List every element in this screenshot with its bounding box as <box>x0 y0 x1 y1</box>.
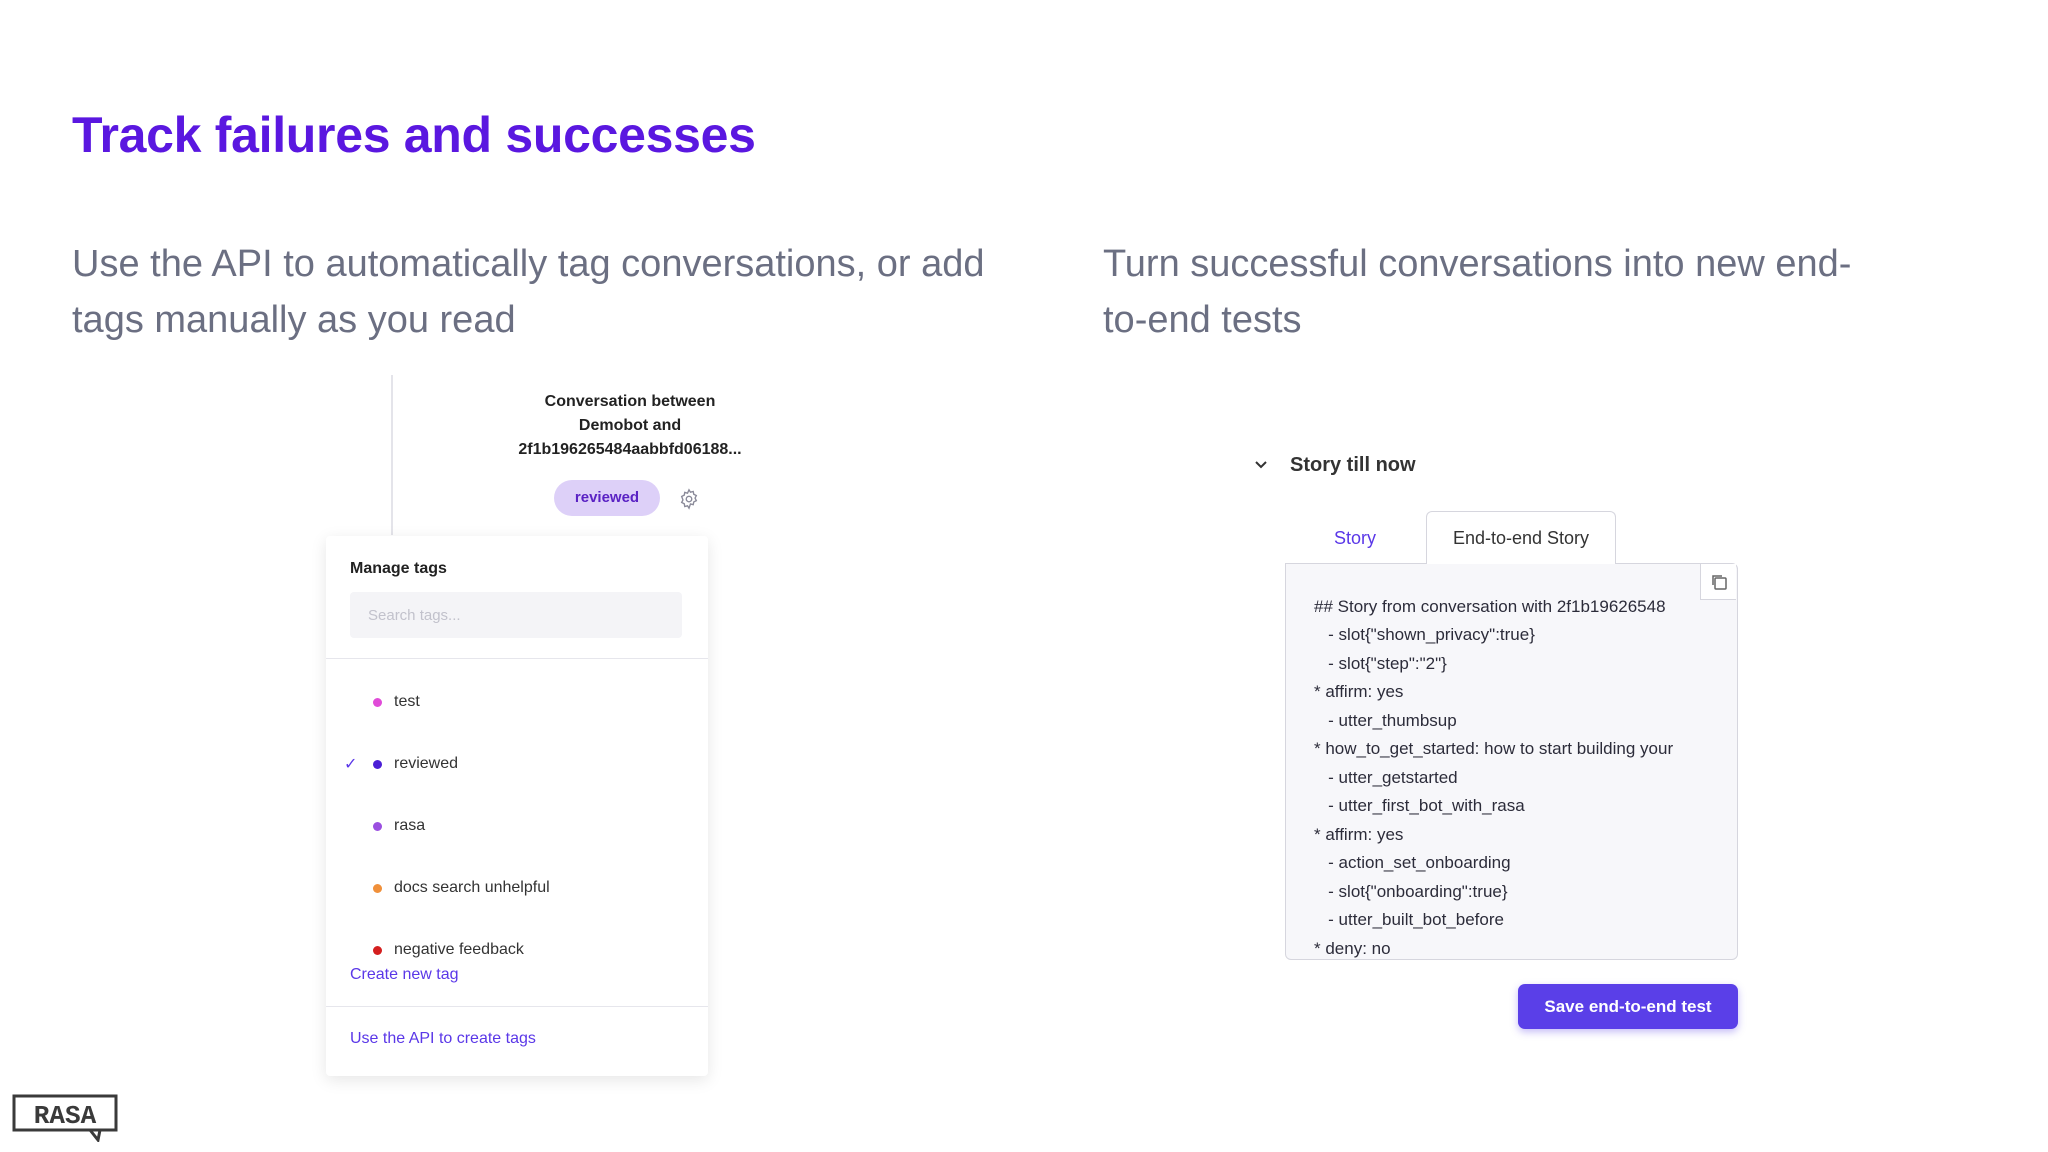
tag-color-dot <box>373 698 382 707</box>
tag-item-negative-feedback[interactable]: negative feedback <box>326 936 708 966</box>
divider <box>326 1006 708 1007</box>
story-line: - utter_getstarted <box>1314 768 1458 787</box>
story-line: - slot{"onboarding":true} <box>1314 882 1508 901</box>
reviewed-badge[interactable]: reviewed <box>554 480 660 516</box>
rasa-logo-icon: RASA <box>12 1094 118 1144</box>
tag-color-dot <box>373 822 382 831</box>
tag-label: reviewed <box>394 755 459 772</box>
tag-color-dot <box>373 760 382 769</box>
chevron-down-icon[interactable] <box>1252 456 1270 474</box>
tag-item-rasa[interactable]: rasa <box>326 812 708 842</box>
tag-color-dot <box>373 946 382 955</box>
slide-title: Track failures and successes <box>72 107 756 163</box>
story-line: * deny: no <box>1314 939 1391 958</box>
conversation-title-line: Conversation between <box>544 393 716 410</box>
story-section-title[interactable]: Story till now <box>1290 454 1416 477</box>
tag-label: rasa <box>394 817 426 834</box>
right-subtitle: Turn successful conversations into new e… <box>1103 243 1852 341</box>
story-line: - utter_thumbsup <box>1314 711 1457 730</box>
create-new-tag-link[interactable]: Create new tag <box>350 966 459 984</box>
tag-item-docs-search-unhelpful[interactable]: docs search unhelpful <box>326 874 708 904</box>
tag-label: test <box>394 693 420 710</box>
divider <box>326 658 708 659</box>
svg-text:RASA: RASA <box>34 1101 97 1131</box>
conversation-title-line: Demobot and <box>578 417 682 434</box>
manage-tags-heading: Manage tags <box>350 560 447 577</box>
tag-item-test[interactable]: test <box>326 688 708 718</box>
search-tags-input[interactable] <box>350 592 682 638</box>
gear-icon[interactable] <box>678 488 700 510</box>
check-icon: ✓ <box>344 756 358 773</box>
story-line: * how_to_get_started: how to start build… <box>1314 739 1674 758</box>
left-subtitle: Use the API to automatically tag convers… <box>72 243 985 341</box>
conversation-title: Conversation between Demobot and 2f1b196… <box>480 390 780 462</box>
story-line: - utter_built_bot_before <box>1314 910 1504 929</box>
conversation-divider <box>391 375 393 535</box>
api-create-tags-link[interactable]: Use the API to create tags <box>350 1030 536 1048</box>
tag-item-reviewed[interactable]: ✓ reviewed <box>326 750 708 780</box>
story-line: - utter_first_bot_with_rasa <box>1314 796 1525 815</box>
story-line: - action_set_onboarding <box>1314 853 1511 872</box>
tab-end-to-end-story[interactable]: End-to-end Story <box>1426 511 1616 564</box>
save-end-to-end-test-button[interactable]: Save end-to-end test <box>1518 984 1738 1029</box>
tag-color-dot <box>373 884 382 893</box>
story-line: - slot{"shown_privacy":true} <box>1314 625 1535 644</box>
copy-button[interactable] <box>1700 564 1736 600</box>
tag-label: negative feedback <box>394 941 524 958</box>
tag-label: docs search unhelpful <box>394 879 550 896</box>
manage-tags-panel: Manage tags test ✓ reviewed rasa docs se… <box>326 536 708 1076</box>
story-line: * affirm: yes <box>1314 825 1404 844</box>
tab-story[interactable]: Story <box>1300 516 1410 560</box>
story-line: - slot{"step":"2"} <box>1314 654 1447 673</box>
story-line: ## Story from conversation with 2f1b1962… <box>1314 597 1666 616</box>
copy-icon <box>1712 575 1727 590</box>
conversation-title-line: 2f1b196265484aabbfd06188... <box>518 441 742 458</box>
story-line: * affirm: yes <box>1314 682 1404 701</box>
